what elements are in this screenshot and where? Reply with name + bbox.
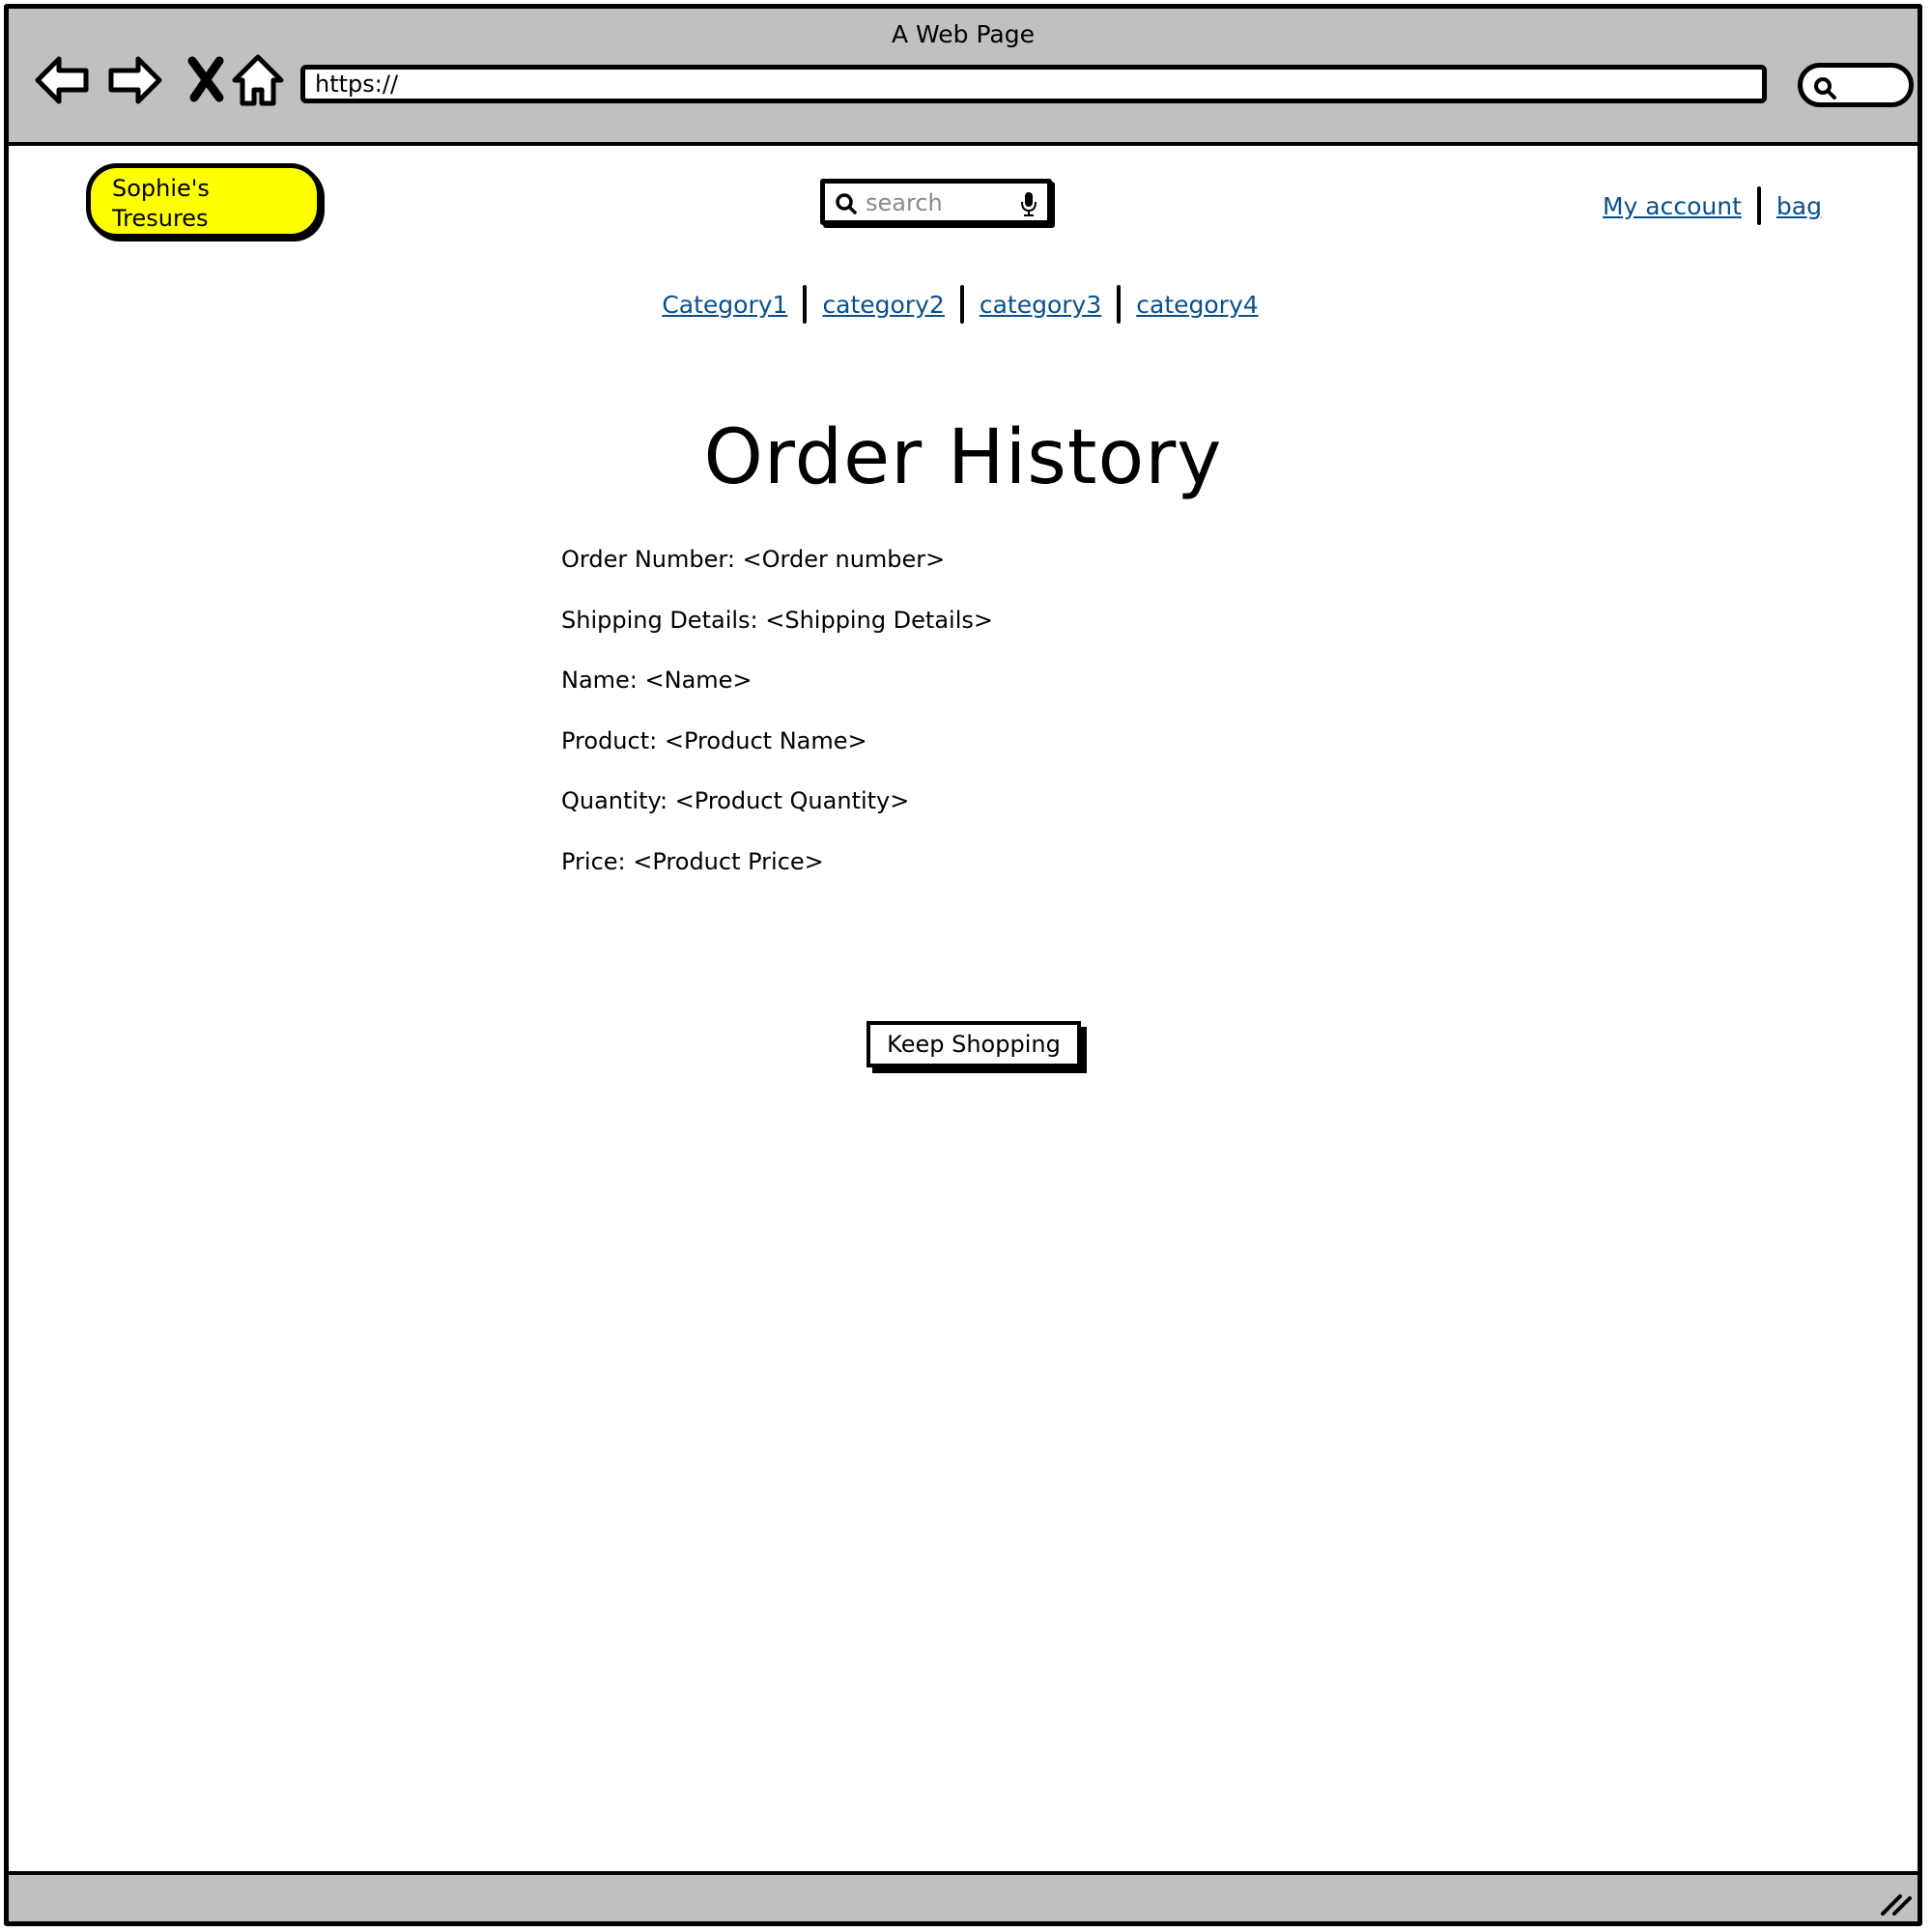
microphone-icon[interactable]	[1020, 191, 1037, 216]
category-link-4[interactable]: category4	[1136, 291, 1258, 319]
window-title: A Web Page	[891, 20, 1036, 48]
browser-statusbar	[9, 1871, 1918, 1921]
forward-arrow-icon[interactable]	[105, 51, 163, 109]
account-links: My account bag	[1603, 186, 1822, 225]
page-title: Order History	[703, 414, 1223, 501]
category-link-3[interactable]: category3	[980, 291, 1101, 319]
resize-grip-icon[interactable]	[1879, 1887, 1912, 1916]
browser-window: A Web Page https:// Sophie's Tresures se…	[4, 4, 1922, 1926]
keep-shopping-button[interactable]: Keep Shopping	[867, 1021, 1081, 1067]
quantity-line: Quantity: <Product Quantity>	[561, 787, 910, 814]
order-number-line: Order Number: <Order number>	[561, 546, 946, 573]
product-line: Product: <Product Name>	[561, 726, 867, 754]
my-account-link[interactable]: My account	[1603, 192, 1742, 220]
browser-titlebar: A Web Page https://	[9, 9, 1918, 146]
name-line: Name: <Name>	[561, 667, 753, 694]
search-icon	[836, 193, 857, 214]
link-divider	[1756, 186, 1761, 225]
order-details: Order Number: <Order number> Shipping De…	[561, 538, 993, 900]
search-input[interactable]	[866, 187, 1010, 218]
shipping-details-line: Shipping Details: <Shipping Details>	[561, 606, 993, 634]
site-logo[interactable]: Sophie's Tresures	[86, 163, 322, 239]
category-divider	[803, 285, 808, 324]
url-bar[interactable]: https://	[300, 65, 1767, 103]
bag-link[interactable]: bag	[1776, 192, 1822, 220]
browser-search-field[interactable]	[1798, 63, 1914, 107]
logo-text: Sophie's Tresures	[112, 175, 210, 232]
home-icon[interactable]	[229, 51, 287, 109]
back-arrow-icon[interactable]	[34, 51, 92, 109]
category-link-1[interactable]: Category1	[662, 291, 787, 319]
category-divider	[959, 285, 964, 324]
category-divider	[1117, 285, 1122, 324]
site-search-box[interactable]	[820, 179, 1052, 225]
stop-x-icon[interactable]	[179, 51, 237, 109]
search-icon	[1814, 77, 1836, 99]
category-nav: Category1 category2 category3 category4	[9, 285, 1918, 324]
category-link-2[interactable]: category2	[822, 291, 944, 319]
price-line: Price: <Product Price>	[561, 847, 824, 875]
